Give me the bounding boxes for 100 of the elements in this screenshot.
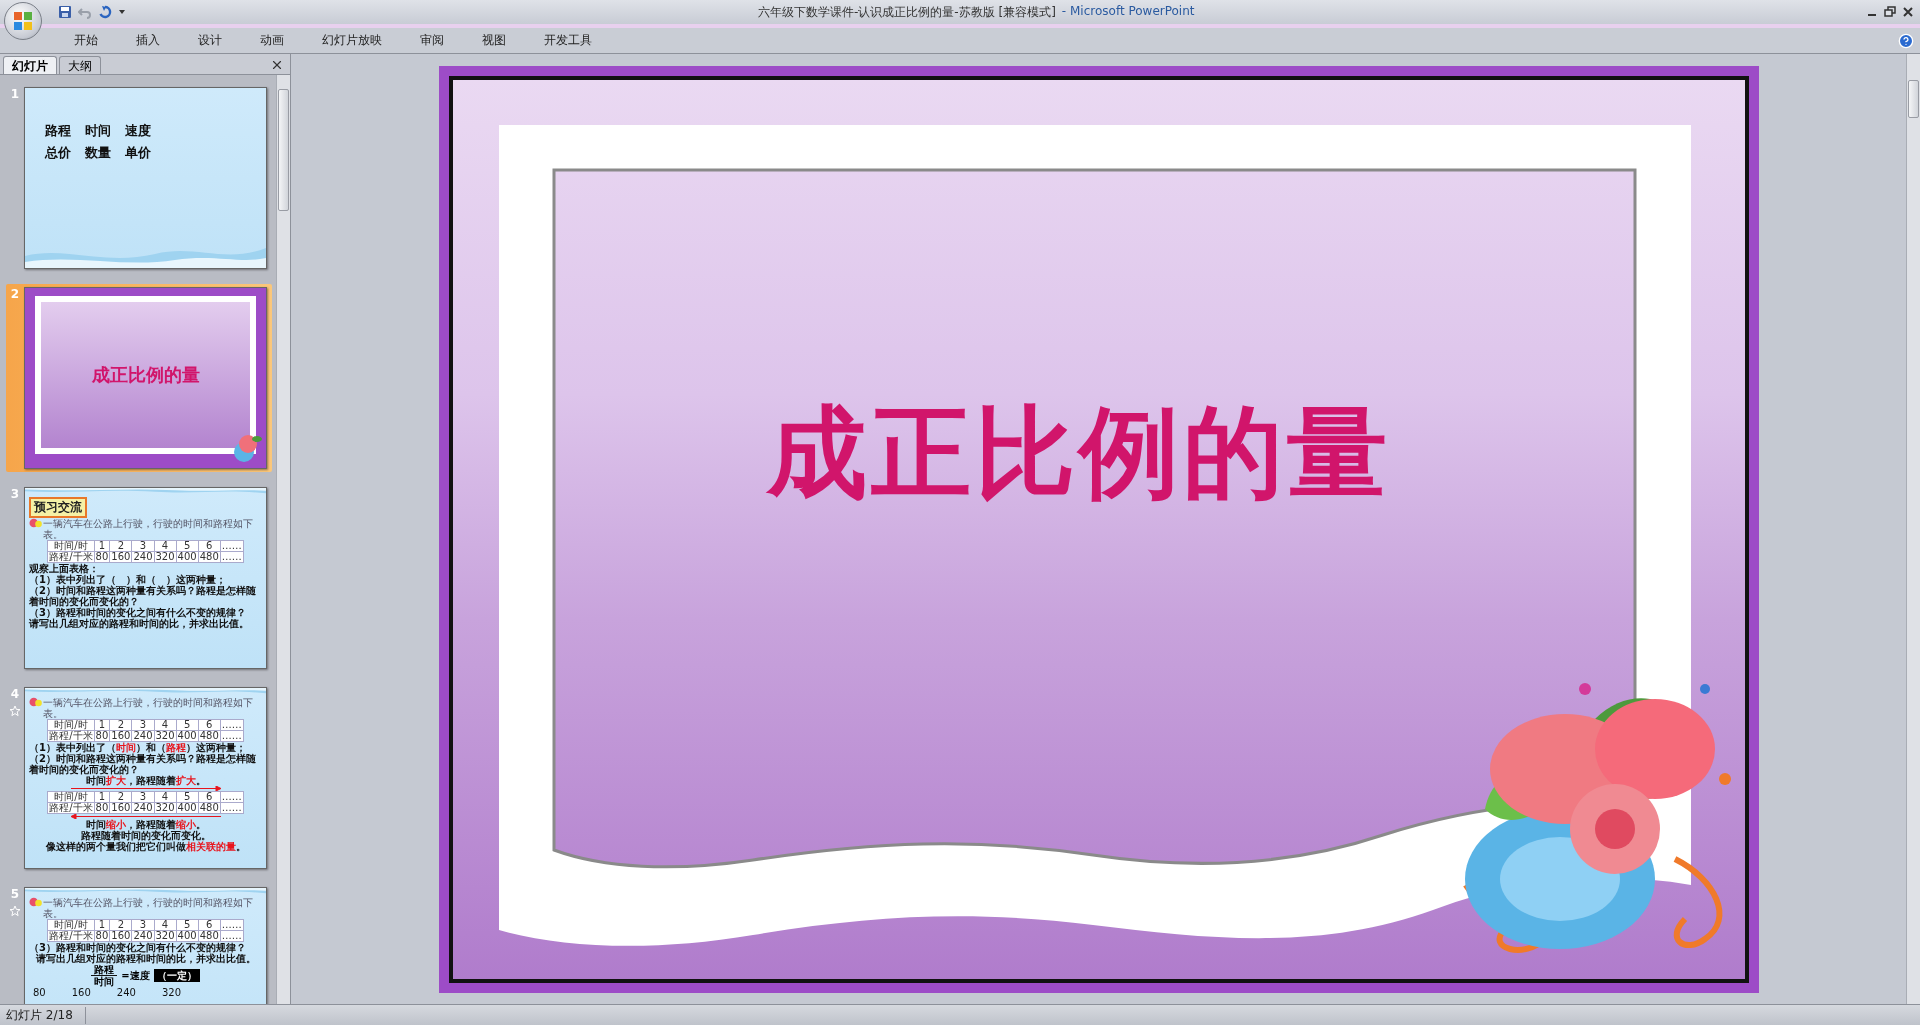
table-cell: 3 [131, 540, 154, 552]
window-title: 六年级下数学课件-认识成正比例的量-苏教版 [兼容模式] - Microsoft PowerPoint [758, 3, 1196, 21]
pane-tab[interactable]: 幻灯片 [3, 56, 57, 74]
slide-text: 观察上面表格： [29, 563, 100, 574]
slide-text: （1）表中列出了（ ）和（ ）这两种量； [29, 574, 227, 585]
table-cell: 5 [176, 919, 199, 931]
table-cell: 400 [176, 551, 199, 563]
number-text: 80 [33, 987, 46, 998]
slide-word: 单价 [125, 144, 151, 162]
slide-number: 4 [10, 687, 20, 701]
table-cell: 160 [109, 551, 132, 563]
table-cell: 5 [176, 791, 199, 803]
ribbon-tab[interactable]: 幻灯片放映 [308, 30, 396, 51]
example-text: 一辆汽车在公路上行驶，行驶的时间和路程如下表。 [43, 897, 255, 919]
table-cell: 3 [131, 791, 154, 803]
table-cell: 路程/千米 [47, 802, 95, 814]
table-cell: …… [220, 791, 244, 803]
table-cell: 2 [109, 540, 132, 552]
table-cell: 时间/时 [47, 540, 95, 552]
table-cell: 时间/时 [47, 791, 95, 803]
table-cell: 1 [94, 719, 110, 731]
table-cell: 480 [198, 930, 221, 942]
table-cell: …… [220, 719, 244, 731]
table-cell: 240 [131, 551, 154, 563]
table-cell: 320 [154, 730, 177, 742]
table-cell: 320 [154, 930, 177, 942]
ribbon-tab[interactable]: 审阅 [406, 30, 458, 51]
slide-text: 请写出几组对应的路程和时间的比，并求出比值。 [34, 953, 257, 964]
pane-tab[interactable]: 大纲 [59, 56, 101, 74]
ribbon-tab[interactable]: 设计 [184, 30, 236, 51]
table-cell: 80 [94, 730, 110, 742]
number-text: 240 [116, 987, 136, 998]
slide-word: 速度 [125, 122, 151, 140]
table-cell: 2 [109, 791, 132, 803]
table-cell: 6 [198, 919, 221, 931]
equation-text: =速度 [120, 970, 151, 981]
ribbon-tab[interactable]: 插入 [122, 30, 174, 51]
table-cell: 240 [131, 730, 154, 742]
table-cell: …… [220, 540, 244, 552]
slide-title: 成正比例的量 [766, 393, 1391, 513]
slide-word: 路程 [45, 122, 71, 140]
example-text: 一辆汽车在公路上行驶，行驶的时间和路程如下表。 [43, 518, 255, 540]
slide-counter: 幻灯片 2/18 [0, 1006, 86, 1024]
table-cell: 2 [109, 719, 132, 731]
ribbon-tab[interactable]: 开始 [60, 30, 112, 51]
table-cell: 路程/千米 [47, 730, 95, 742]
table-cell: 3 [131, 919, 154, 931]
table-cell: 160 [109, 930, 132, 942]
table-cell: 160 [109, 802, 132, 814]
table-cell: 4 [154, 719, 177, 731]
slide-text: 时间扩大，路程随着扩大。 [84, 775, 207, 786]
denominator-text: 时间 [93, 976, 116, 987]
table-cell: 480 [198, 730, 221, 742]
ribbon-tab[interactable]: 开发工具 [530, 30, 606, 51]
slide-word: 数量 [85, 144, 111, 162]
table-cell: 240 [131, 930, 154, 942]
table-cell: 80 [94, 551, 110, 563]
table-cell: 路程/千米 [47, 551, 95, 563]
slide-text: 像这样的两个量我们把它们叫做相关联的量。 [44, 841, 247, 852]
table-cell: 5 [176, 719, 199, 731]
slide-text: （2）时间和路程这两种量有关系吗？路程是怎样随着时间的变化而变化的？ [29, 585, 257, 607]
table-cell: 4 [154, 791, 177, 803]
table-cell: …… [220, 802, 244, 814]
table-cell: 160 [109, 730, 132, 742]
table-cell: 80 [94, 802, 110, 814]
example-text: 一辆汽车在公路上行驶，行驶的时间和路程如下表。 [43, 697, 255, 719]
slide-text: 路程随着时间的变化而变化。 [80, 830, 212, 841]
slide-number: 3 [10, 487, 20, 501]
ribbon-tab[interactable]: 视图 [468, 30, 520, 51]
table-cell: 400 [176, 802, 199, 814]
note-label: （一定） [153, 969, 200, 982]
table-cell: 6 [198, 791, 221, 803]
slide-text: （2）时间和路程这两种量有关系吗？路程是怎样随着时间的变化而变化的？ [29, 753, 257, 775]
number-text: 160 [71, 987, 91, 998]
table-cell: 路程/千米 [47, 930, 95, 942]
slide-word: 时间 [85, 122, 111, 140]
table-cell: 1 [94, 919, 110, 931]
table-cell: 4 [154, 919, 177, 931]
table-cell: 320 [154, 802, 177, 814]
slide-number: 5 [10, 887, 20, 901]
thumbnail-title: 成正比例的量 [91, 363, 200, 387]
table-cell: 1 [94, 540, 110, 552]
slide-text: 时间缩小，路程随着缩小。 [84, 819, 207, 830]
slide-heading: 预习交流 [29, 497, 87, 518]
numerator-text: 路程 [93, 964, 115, 975]
slide-number: 2 [10, 287, 20, 301]
table-cell: 6 [198, 540, 221, 552]
slide-text: （1）表中列出了（时间）和（路程）这两种量； [29, 742, 247, 753]
ribbon-tab[interactable]: 动画 [246, 30, 298, 51]
table-cell: …… [220, 730, 244, 742]
table-cell: 400 [176, 730, 199, 742]
slide-thumbnail[interactable]: 路程 时间 速度 总价 数量 单价 [24, 87, 267, 269]
table-cell: 4 [154, 540, 177, 552]
number-text: 320 [161, 987, 181, 998]
table-cell: 320 [154, 551, 177, 563]
table-cell: 480 [198, 551, 221, 563]
table-cell: …… [220, 551, 244, 563]
table-cell: 400 [176, 930, 199, 942]
slide-thumbnail[interactable]: 预习交流 一辆汽车在公路上行驶，行驶的时间和路程如下表。 时间/时 1 2 3 4 5 6 …… 路程/千米 80 160 240 320 400 480 …… 观察上面表格： （1）表中列出了（ ）和（ ）这两种量； （2）时间和路程这两种量有关系吗？路程是怎样随着时间的变化而变化的？ （3）路程和时间的变化之间有什么不变的规律？ 请写出几组对应的路程和时间的比，并求出比值。 [24, 487, 267, 669]
table-cell: 6 [198, 719, 221, 731]
